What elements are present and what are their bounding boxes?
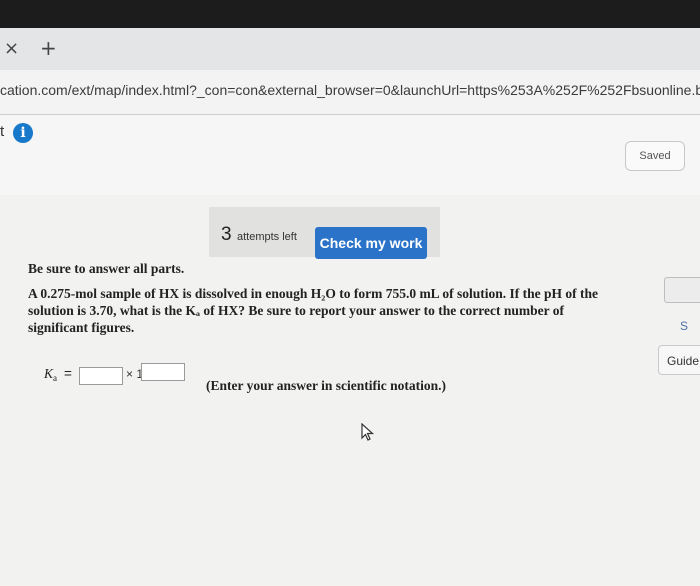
mouse-cursor-icon xyxy=(361,423,375,441)
saved-status-button[interactable]: Saved xyxy=(625,141,685,171)
scientific-notation-hint: (Enter your answer in scientific notatio… xyxy=(206,378,446,393)
side-panel-link[interactable]: S xyxy=(680,319,688,333)
ka-symbol: K xyxy=(44,366,54,381)
attempts-label: attempts left xyxy=(237,231,297,243)
question-panel: 3 attempts left Check my work Be sure to… xyxy=(0,195,700,586)
assignment-header: t i Saved xyxy=(0,115,700,195)
mantissa-input[interactable] xyxy=(79,367,123,385)
address-bar[interactable]: cation.com/ext/map/index.html?_con=con&e… xyxy=(0,70,700,115)
tab-close-button[interactable]: × xyxy=(4,38,19,59)
instruction-text: Be sure to answer all parts. xyxy=(28,261,185,276)
url-text[interactable]: cation.com/ext/map/index.html?_con=con&e… xyxy=(0,82,700,98)
ka-label: Ka xyxy=(44,366,57,383)
question-text: A 0.275-mol sample of HX is dissolved in… xyxy=(28,286,598,335)
header-text-fragment: t xyxy=(0,123,5,140)
ka-subscript: a xyxy=(53,373,58,383)
guide-button[interactable]: Guide xyxy=(658,345,700,375)
exponent-input[interactable] xyxy=(141,363,185,381)
equals-sign: = xyxy=(64,366,72,381)
attempts-count: 3 xyxy=(221,224,232,245)
info-icon[interactable]: i xyxy=(13,123,33,143)
new-tab-button[interactable]: + xyxy=(40,36,57,60)
tab-bar: × + xyxy=(0,28,700,70)
attempts-box: 3 attempts left Check my work xyxy=(209,207,440,259)
check-my-work-button[interactable]: Check my work xyxy=(315,227,427,259)
side-panel-input[interactable] xyxy=(664,277,700,303)
